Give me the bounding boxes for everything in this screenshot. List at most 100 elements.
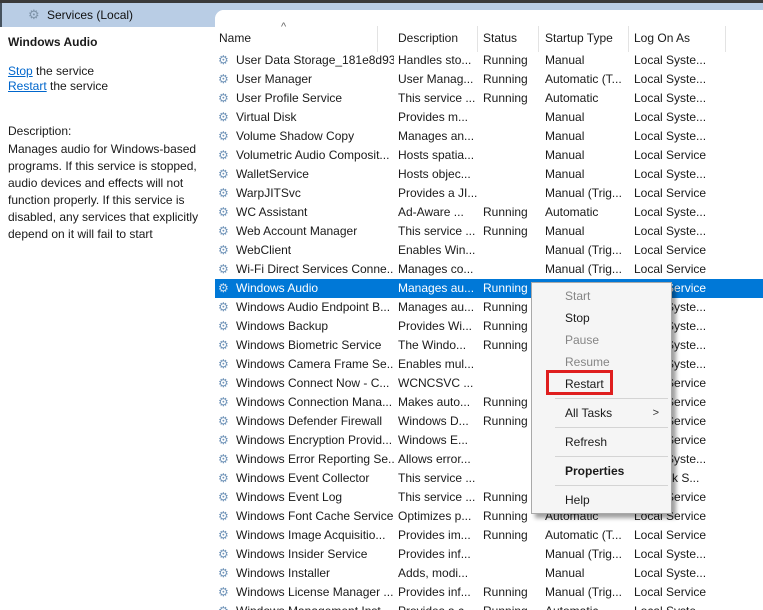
service-startup-type: Manual	[545, 148, 585, 162]
restart-service-line: Restart the service	[8, 79, 108, 94]
service-gear-icon	[218, 336, 234, 355]
table-row[interactable]: Windows Audio Endpoint B... Manages au..…	[215, 298, 763, 317]
service-status	[483, 545, 543, 564]
service-description: Manages co...	[398, 262, 474, 276]
table-row[interactable]: WarpJITSvc Provides a JI... Manual (Trig…	[215, 184, 763, 203]
column-divider[interactable]	[538, 26, 539, 52]
service-startup-type: Manual (Trig...	[545, 243, 622, 257]
service-gear-icon	[218, 279, 234, 298]
service-description: This service ...	[398, 91, 476, 105]
column-header-log-on-as[interactable]: Log On As	[634, 31, 690, 45]
table-row[interactable]: Windows Connection Mana... Makes auto...…	[215, 393, 763, 412]
table-row[interactable]: WalletService Hosts objec... Manual Loca…	[215, 165, 763, 184]
service-status: Running	[483, 72, 528, 86]
table-row[interactable]: Volume Shadow Copy Manages an... Manual …	[215, 127, 763, 146]
column-divider[interactable]	[377, 26, 378, 52]
service-name: Web Account Manager	[236, 224, 358, 238]
menu-item-help[interactable]: Help	[532, 489, 671, 511]
column-header-startup-type[interactable]: Startup Type	[545, 31, 613, 45]
restart-service-suffix: the service	[46, 79, 109, 93]
table-row[interactable]: User Data Storage_181e8d93 Handles sto..…	[215, 51, 763, 70]
table-row[interactable]: Windows Event Collector This service ...…	[215, 469, 763, 488]
column-header-status[interactable]: Status	[483, 31, 517, 45]
service-name: Volume Shadow Copy	[236, 129, 355, 143]
table-row[interactable]: Windows Management Inst... Provides a c.…	[215, 602, 763, 610]
banner-left-edge	[0, 3, 2, 27]
service-description: Optimizes p...	[398, 509, 472, 523]
service-name: Windows Audio Endpoint B...	[236, 300, 391, 314]
table-row[interactable]: Windows Font Cache Service Optimizes p..…	[215, 507, 763, 526]
service-description: Provides Wi...	[398, 319, 473, 333]
service-status	[483, 127, 543, 146]
service-description: The Windo...	[398, 338, 467, 352]
service-startup-type: Manual	[545, 167, 585, 181]
table-row[interactable]: Windows Biometric Service The Windo... R…	[215, 336, 763, 355]
service-description: Manages au...	[398, 300, 475, 314]
service-description: Enables mul...	[398, 357, 475, 371]
column-divider[interactable]	[725, 26, 726, 52]
services-window: Services (Local) Windows Audio Stop the …	[0, 0, 763, 610]
description-block: Description: Manages audio for Windows-b…	[8, 123, 214, 243]
service-description: This service ...	[398, 471, 476, 485]
service-gear-icon	[218, 583, 234, 602]
service-name: Windows Error Reporting Se...	[236, 452, 394, 466]
table-row[interactable]: WC Assistant Ad-Aware ... Running Automa…	[215, 203, 763, 222]
table-row[interactable]: User Manager User Manag... Running Autom…	[215, 70, 763, 89]
table-row[interactable]: Windows Defender Firewall Windows D... R…	[215, 412, 763, 431]
service-description: Provides inf...	[398, 547, 471, 561]
service-log-on-as: Local Service	[634, 262, 707, 276]
service-description: Hosts spatia...	[398, 148, 475, 162]
table-row[interactable]: Web Account Manager This service ... Run…	[215, 222, 763, 241]
service-gear-icon	[218, 298, 234, 317]
service-gear-icon	[218, 70, 234, 89]
service-log-on-as: Local Syste...	[634, 566, 707, 580]
table-row[interactable]: Wi-Fi Direct Services Conne... Manages c…	[215, 260, 763, 279]
service-name: Windows Event Log	[236, 490, 343, 504]
table-row[interactable]: Windows Audio Manages au... Running Loca…	[215, 279, 763, 298]
service-description: Provides inf...	[398, 585, 471, 599]
services-rows: User Data Storage_181e8d93 Handles sto..…	[215, 51, 763, 610]
table-row[interactable]: Windows Error Reporting Se... Allows err…	[215, 450, 763, 469]
service-name: Windows Management Inst...	[236, 602, 394, 610]
table-row[interactable]: User Profile Service This service ... Ru…	[215, 89, 763, 108]
table-row[interactable]: Windows License Manager ... Provides inf…	[215, 583, 763, 602]
service-startup-type: Manual	[545, 566, 585, 580]
menu-item-properties[interactable]: Properties	[532, 460, 671, 482]
column-header-description[interactable]: Description	[398, 31, 458, 45]
menu-item-all-tasks[interactable]: All Tasks >	[532, 402, 671, 424]
restart-service-link[interactable]: Restart	[8, 79, 47, 93]
column-divider[interactable]	[477, 26, 478, 52]
table-row[interactable]: Windows Event Log This service ... Runni…	[215, 488, 763, 507]
service-gear-icon	[218, 507, 234, 526]
service-log-on-as: Local Syste...	[634, 167, 707, 181]
service-log-on-as: Local Syste...	[634, 91, 707, 105]
service-log-on-as: Local Service	[634, 585, 707, 599]
table-row[interactable]: Windows Camera Frame Se... Enables mul..…	[215, 355, 763, 374]
service-gear-icon	[218, 165, 234, 184]
service-description: Manages au...	[398, 281, 475, 295]
table-row[interactable]: Virtual Disk Provides m... Manual Local …	[215, 108, 763, 127]
table-row[interactable]: Windows Backup Provides Wi... Running Lo…	[215, 317, 763, 336]
column-divider[interactable]	[628, 26, 629, 52]
column-header-name[interactable]: Name	[219, 31, 251, 45]
table-row[interactable]: WebClient Enables Win... Manual (Trig...…	[215, 241, 763, 260]
table-row[interactable]: Volumetric Audio Composit... Hosts spati…	[215, 146, 763, 165]
stop-service-link[interactable]: Stop	[8, 64, 33, 78]
service-gear-icon	[218, 412, 234, 431]
table-row[interactable]: Windows Image Acquisitio... Provides im.…	[215, 526, 763, 545]
service-startup-type: Automatic	[545, 205, 599, 219]
service-gear-icon	[218, 51, 234, 70]
service-name: Windows Event Collector	[236, 471, 370, 485]
menu-item-refresh[interactable]: Refresh	[532, 431, 671, 453]
service-status: Running	[483, 224, 528, 238]
service-status: Running	[483, 602, 543, 610]
table-row[interactable]: Windows Insider Service Provides inf... …	[215, 545, 763, 564]
table-row[interactable]: Windows Encryption Provid... Windows E..…	[215, 431, 763, 450]
menu-item-stop[interactable]: Stop	[532, 307, 671, 329]
service-status	[483, 165, 543, 184]
table-row[interactable]: Windows Installer Adds, modi... Manual L…	[215, 564, 763, 583]
chevron-right-icon: >	[652, 407, 659, 419]
table-row[interactable]: Windows Connect Now - C... WCNCSVC ... L…	[215, 374, 763, 393]
service-name: Windows Installer	[236, 566, 331, 580]
selected-service-title: Windows Audio	[8, 35, 98, 49]
